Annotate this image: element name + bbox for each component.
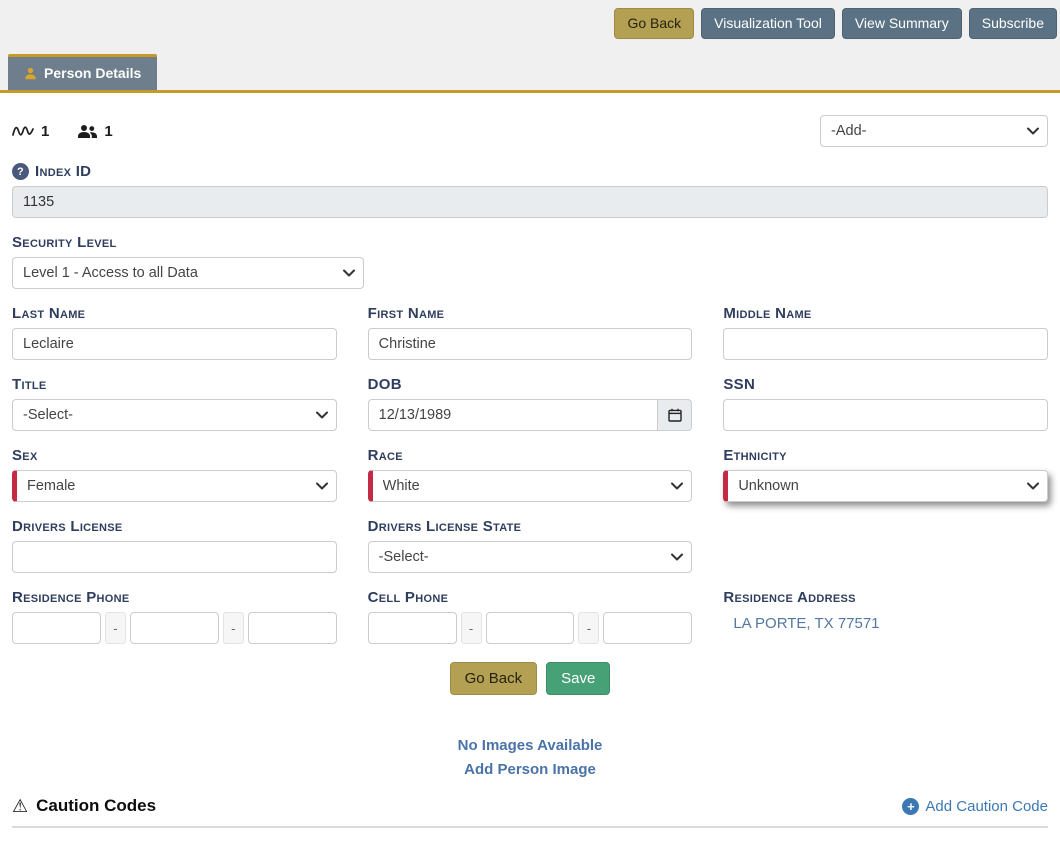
first-name-group: First Name — [368, 289, 693, 360]
people-count-value: 1 — [104, 123, 112, 140]
drivers-license-group: Drivers License — [12, 502, 337, 573]
tab-person-details[interactable]: Person Details — [8, 54, 157, 90]
first-name-label: First Name — [368, 305, 693, 322]
view-summary-button[interactable]: View Summary — [842, 8, 962, 39]
title-group: Title -Select- — [12, 360, 337, 431]
security-level-label: Security Level — [12, 234, 1048, 251]
drivers-license-field[interactable] — [12, 541, 337, 573]
middle-name-label: Middle Name — [723, 305, 1048, 322]
subscribe-button[interactable]: Subscribe — [969, 8, 1057, 39]
drivers-license-state-select[interactable]: -Select- — [368, 541, 693, 573]
race-group: Race White — [368, 431, 693, 502]
drivers-license-state-label: Drivers License State — [368, 518, 693, 535]
dob-label: DOB — [368, 376, 693, 393]
sex-select[interactable]: Female — [12, 470, 337, 502]
sex-label: Sex — [12, 447, 337, 464]
ethnicity-group: Ethnicity Unknown — [723, 431, 1048, 502]
visualization-tool-button[interactable]: Visualization Tool — [701, 8, 835, 39]
ssn-label: SSN — [723, 376, 1048, 393]
go-back-button-top[interactable]: Go Back — [614, 8, 694, 39]
go-back-button[interactable]: Go Back — [450, 662, 538, 695]
residence-phone-label: Residence Phone — [12, 589, 337, 606]
ethnicity-select-wrap: Unknown — [723, 470, 1048, 502]
residence-phone-part-1[interactable] — [12, 612, 101, 644]
no-images-text: No Images Available — [12, 737, 1048, 754]
index-id-field — [12, 186, 1048, 218]
connections-count-value: 1 — [41, 123, 49, 140]
title-select-wrap: -Select- — [12, 399, 337, 431]
sex-group: Sex Female — [12, 431, 337, 502]
add-caution-code-link[interactable]: + Add Caution Code — [902, 798, 1048, 815]
ssn-field[interactable] — [723, 399, 1048, 431]
record-counts: 1 1 — [12, 123, 113, 140]
security-level-select[interactable]: Level 1 - Access to all Data — [12, 257, 364, 289]
residence-phone-group: Residence Phone - - — [12, 573, 337, 644]
cell-phone-part-2[interactable] — [486, 612, 575, 644]
dob-group: DOB — [368, 360, 693, 431]
ethnicity-label: Ethnicity — [723, 447, 1048, 464]
person-details-panel: 1 1 -Add- — [0, 115, 1060, 842]
caution-codes-divider — [12, 826, 1048, 828]
index-id-label: ? Index ID — [12, 163, 1048, 180]
drivers-license-state-group: Drivers License State -Select- — [368, 502, 693, 573]
sex-select-wrap: Female — [12, 470, 337, 502]
title-label: Title — [12, 376, 337, 393]
warning-icon: ⚠ — [12, 797, 28, 815]
person-icon — [24, 67, 37, 80]
title-select[interactable]: -Select- — [12, 399, 337, 431]
calendar-icon — [668, 408, 682, 422]
cell-phone-group: Cell Phone - - — [368, 573, 693, 644]
cell-phone-part-3[interactable] — [603, 612, 692, 644]
connections-count: 1 — [12, 123, 49, 140]
middle-name-field[interactable] — [723, 328, 1048, 360]
residence-address-label: Residence Address — [723, 589, 1048, 606]
drivers-license-label: Drivers License — [12, 518, 337, 535]
last-name-field[interactable] — [12, 328, 337, 360]
drivers-license-state-select-wrap: -Select- — [368, 541, 693, 573]
last-name-group: Last Name — [12, 289, 337, 360]
ssn-group: SSN — [723, 360, 1048, 431]
ethnicity-select[interactable]: Unknown — [723, 470, 1048, 502]
plus-circle-icon: + — [902, 798, 919, 815]
residence-phone-part-3[interactable] — [248, 612, 337, 644]
calendar-button[interactable] — [658, 399, 692, 431]
add-dropdown[interactable]: -Add- — [820, 115, 1048, 147]
residence-address-value: LA PORTE, TX 77571 — [723, 615, 1048, 632]
people-icon — [77, 124, 97, 138]
race-select[interactable]: White — [368, 470, 693, 502]
security-level-select-wrap: Level 1 - Access to all Data — [12, 257, 364, 289]
dob-field[interactable] — [368, 399, 659, 431]
middle-name-group: Middle Name — [723, 289, 1048, 360]
add-dropdown-wrap: -Add- — [820, 115, 1048, 147]
signature-icon — [12, 124, 34, 138]
people-count: 1 — [77, 123, 112, 140]
topbar: Go Back Visualization Tool View Summary … — [0, 0, 1060, 46]
phone-separator: - — [578, 612, 599, 644]
tab-bar: Person Details — [0, 46, 1060, 93]
save-button[interactable]: Save — [546, 662, 610, 695]
phone-separator: - — [223, 612, 244, 644]
first-name-field[interactable] — [368, 328, 693, 360]
tab-label: Person Details — [44, 65, 141, 81]
phone-separator: - — [105, 612, 126, 644]
last-name-label: Last Name — [12, 305, 337, 322]
race-select-wrap: White — [368, 470, 693, 502]
cell-phone-label: Cell Phone — [368, 589, 693, 606]
cell-phone-part-1[interactable] — [368, 612, 457, 644]
residence-phone-part-2[interactable] — [130, 612, 219, 644]
phone-separator: - — [461, 612, 482, 644]
residence-address-group: Residence Address LA PORTE, TX 77571 — [723, 573, 1048, 644]
add-person-image-link[interactable]: Add Person Image — [12, 761, 1048, 778]
caution-codes-title: ⚠ Caution Codes — [12, 796, 156, 816]
help-icon[interactable]: ? — [12, 163, 29, 180]
race-label: Race — [368, 447, 693, 464]
